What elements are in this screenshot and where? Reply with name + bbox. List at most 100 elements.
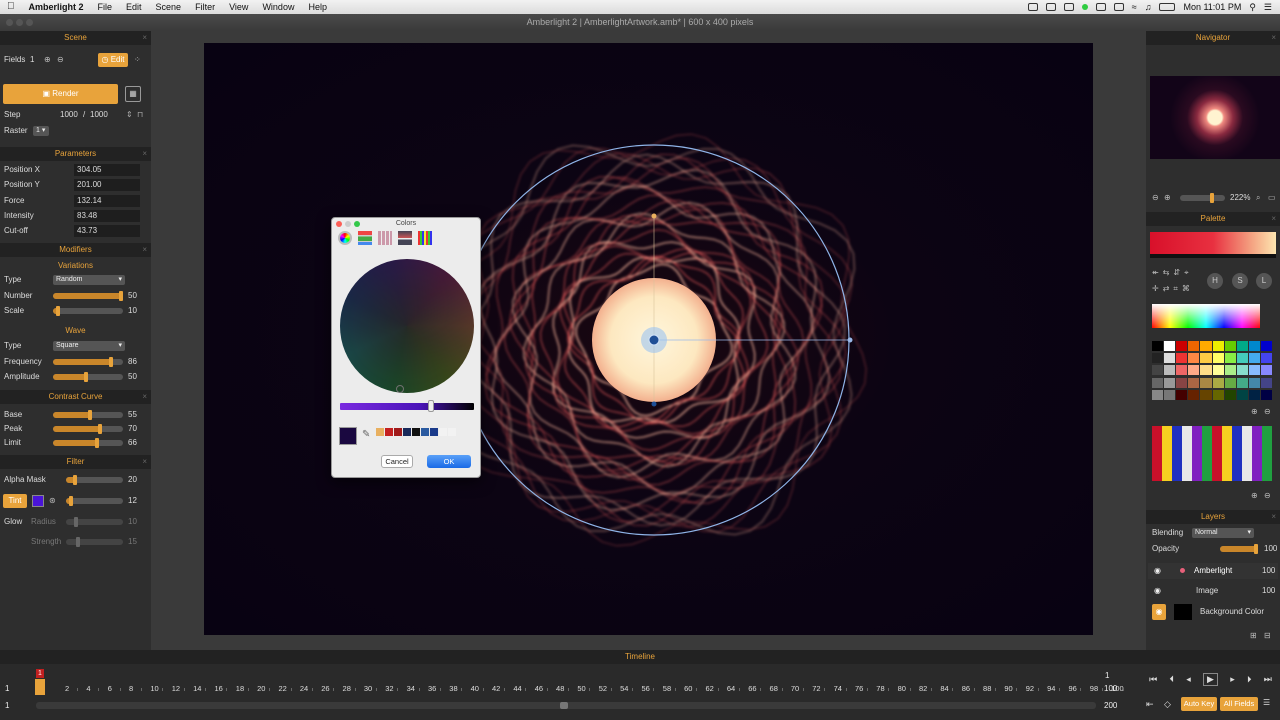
close-icon[interactable]: × [1271, 510, 1276, 524]
alpha-mask-value[interactable]: 20 [128, 473, 137, 487]
lock-icon[interactable]: ⊓ [137, 108, 143, 122]
status-icon-3[interactable] [1063, 3, 1074, 11]
minimize-window-icon[interactable] [16, 19, 23, 26]
spectrum-picker[interactable] [1152, 304, 1260, 328]
force-field[interactable]: 132.14 [74, 195, 140, 207]
menu-filter[interactable]: Filter [188, 0, 222, 14]
number-slider[interactable] [53, 291, 123, 301]
opacity-slider[interactable] [1220, 544, 1258, 554]
scale-slider[interactable] [53, 306, 123, 316]
layer-value[interactable]: 100 [1262, 583, 1275, 599]
tint-value[interactable]: 12 [128, 494, 137, 508]
zoom-in-icon[interactable]: ⊕ [1164, 191, 1171, 205]
zoom-actual-icon[interactable]: ▭ [1268, 191, 1276, 205]
amplitude-slider[interactable] [53, 372, 123, 382]
saturation-button[interactable]: S [1232, 273, 1248, 289]
close-icon[interactable]: × [142, 243, 147, 257]
menu-window[interactable]: Window [255, 0, 301, 14]
render-button[interactable]: ▣ Render [3, 84, 118, 104]
menu-view[interactable]: View [222, 0, 255, 14]
eye-icon[interactable]: ◉ [1152, 604, 1166, 620]
position-x-field[interactable]: 304.05 [74, 164, 140, 176]
row2-end[interactable]: 200 [1104, 701, 1117, 710]
step-total[interactable]: 1000 [90, 108, 108, 122]
scatter-icon[interactable]: ⁘ [134, 53, 141, 67]
wave-type-select[interactable]: Square ▾ [53, 341, 125, 351]
palette-stops-bar[interactable] [1150, 254, 1276, 258]
volume-icon[interactable]: ♫ [1145, 2, 1152, 12]
radius-point-handle[interactable] [847, 337, 853, 343]
timeline-scrollbar[interactable] [36, 702, 1096, 709]
close-icon[interactable]: × [142, 390, 147, 404]
limit-slider[interactable] [53, 438, 123, 448]
auto-key-button[interactable]: Auto Key [1181, 697, 1217, 711]
keyframe-icon[interactable]: ◇ [1164, 699, 1171, 710]
color-swatch-well[interactable] [376, 428, 456, 436]
clock[interactable]: Mon 11:01 PM [1183, 2, 1241, 12]
base-value[interactable]: 55 [128, 408, 137, 422]
timeline-end-value[interactable]: 100 [1104, 684, 1117, 693]
zoom-fit-icon[interactable]: ⌕ [1256, 191, 1260, 205]
scale-value[interactable]: 10 [128, 304, 137, 318]
step-back-icon[interactable]: ⏴ [1169, 674, 1174, 685]
keyframe-back-icon[interactable]: ⇤ [1146, 699, 1154, 710]
remove-field-icon[interactable]: ⊖ [57, 53, 64, 67]
swatch-grid[interactable] [1152, 341, 1272, 401]
prev-key-icon[interactable]: ◂ [1186, 674, 1191, 685]
alpha-mask-slider[interactable] [66, 475, 123, 485]
add-preset-icon[interactable]: ⊕ [1251, 491, 1258, 500]
apple-icon[interactable]:  [0, 0, 22, 14]
playhead[interactable] [35, 679, 45, 695]
status-icon-4[interactable] [1095, 3, 1106, 11]
timeline-menu-icon[interactable]: ☰ [1263, 698, 1270, 707]
peak-value[interactable]: 70 [128, 422, 137, 436]
notification-icon[interactable]: ☰ [1264, 2, 1272, 13]
sliders-tab-icon[interactable] [358, 231, 372, 245]
peak-slider[interactable] [53, 424, 123, 434]
eye-icon[interactable]: ◉ [1154, 563, 1161, 579]
variation-type-select[interactable]: Random ▾ [53, 275, 125, 285]
timeline-ruler[interactable]: 1 1 2 4 6 8 10 12 14 16 18 20 22 24 26 28 30 32 34 36 38 40… [0, 666, 1125, 696]
wifi-icon[interactable]: ≈ [1132, 2, 1137, 12]
cutoff-field[interactable]: 43.73 [74, 225, 140, 237]
hue-button[interactable]: H [1207, 273, 1223, 289]
add-layer-icon[interactable]: ⊞ [1250, 631, 1257, 640]
strength-slider[interactable] [66, 537, 123, 547]
pencils-tab-icon[interactable] [418, 231, 432, 245]
menu-file[interactable]: File [91, 0, 120, 14]
layer-name[interactable]: Background Color [1200, 603, 1264, 621]
close-icon[interactable]: × [142, 455, 147, 469]
radius-slider[interactable] [66, 517, 123, 527]
delete-layer-icon[interactable]: ⊟ [1264, 631, 1271, 640]
layer-name[interactable]: Image [1196, 583, 1218, 599]
go-to-end-icon[interactable]: ⏭ [1264, 674, 1272, 685]
remove-swatch-icon[interactable]: ⊖ [1264, 407, 1271, 416]
add-swatch-icon[interactable]: ⊕ [1251, 407, 1258, 416]
zoom-window-icon[interactable] [26, 19, 33, 26]
menu-scene[interactable]: Scene [149, 0, 189, 14]
status-icon-1[interactable] [1027, 3, 1038, 11]
brightness-knob[interactable] [428, 400, 434, 412]
preset-palettes[interactable] [1152, 426, 1272, 481]
render-settings-icon[interactable]: ▦ [125, 86, 141, 102]
zoom-dialog-icon[interactable] [354, 221, 360, 227]
brightness-slider[interactable] [340, 400, 474, 412]
number-value[interactable]: 50 [128, 289, 137, 303]
opacity-value[interactable]: 100 [1264, 542, 1277, 556]
base-slider[interactable] [53, 410, 123, 420]
status-icon-2[interactable] [1045, 3, 1056, 11]
raster-select[interactable]: 1 ▾ [33, 126, 49, 136]
menu-app[interactable]: Amberlight 2 [22, 0, 91, 14]
close-icon[interactable]: × [1271, 212, 1276, 226]
go-to-start-icon[interactable]: ⏮ [1149, 674, 1157, 685]
palette-gradient[interactable] [1150, 232, 1276, 254]
amplitude-value[interactable]: 50 [128, 370, 137, 384]
add-field-icon[interactable]: ⊕ [44, 53, 51, 67]
zoom-out-icon[interactable]: ⊖ [1152, 191, 1159, 205]
edit-button[interactable]: ◷ Edit [98, 53, 128, 67]
zoom-slider[interactable] [1180, 193, 1225, 203]
step-forward-icon[interactable]: ⏵ [1247, 674, 1252, 685]
layer-value[interactable]: 100 [1262, 563, 1275, 579]
strength-value[interactable]: 15 [128, 535, 137, 549]
tint-slider[interactable] [66, 496, 123, 506]
